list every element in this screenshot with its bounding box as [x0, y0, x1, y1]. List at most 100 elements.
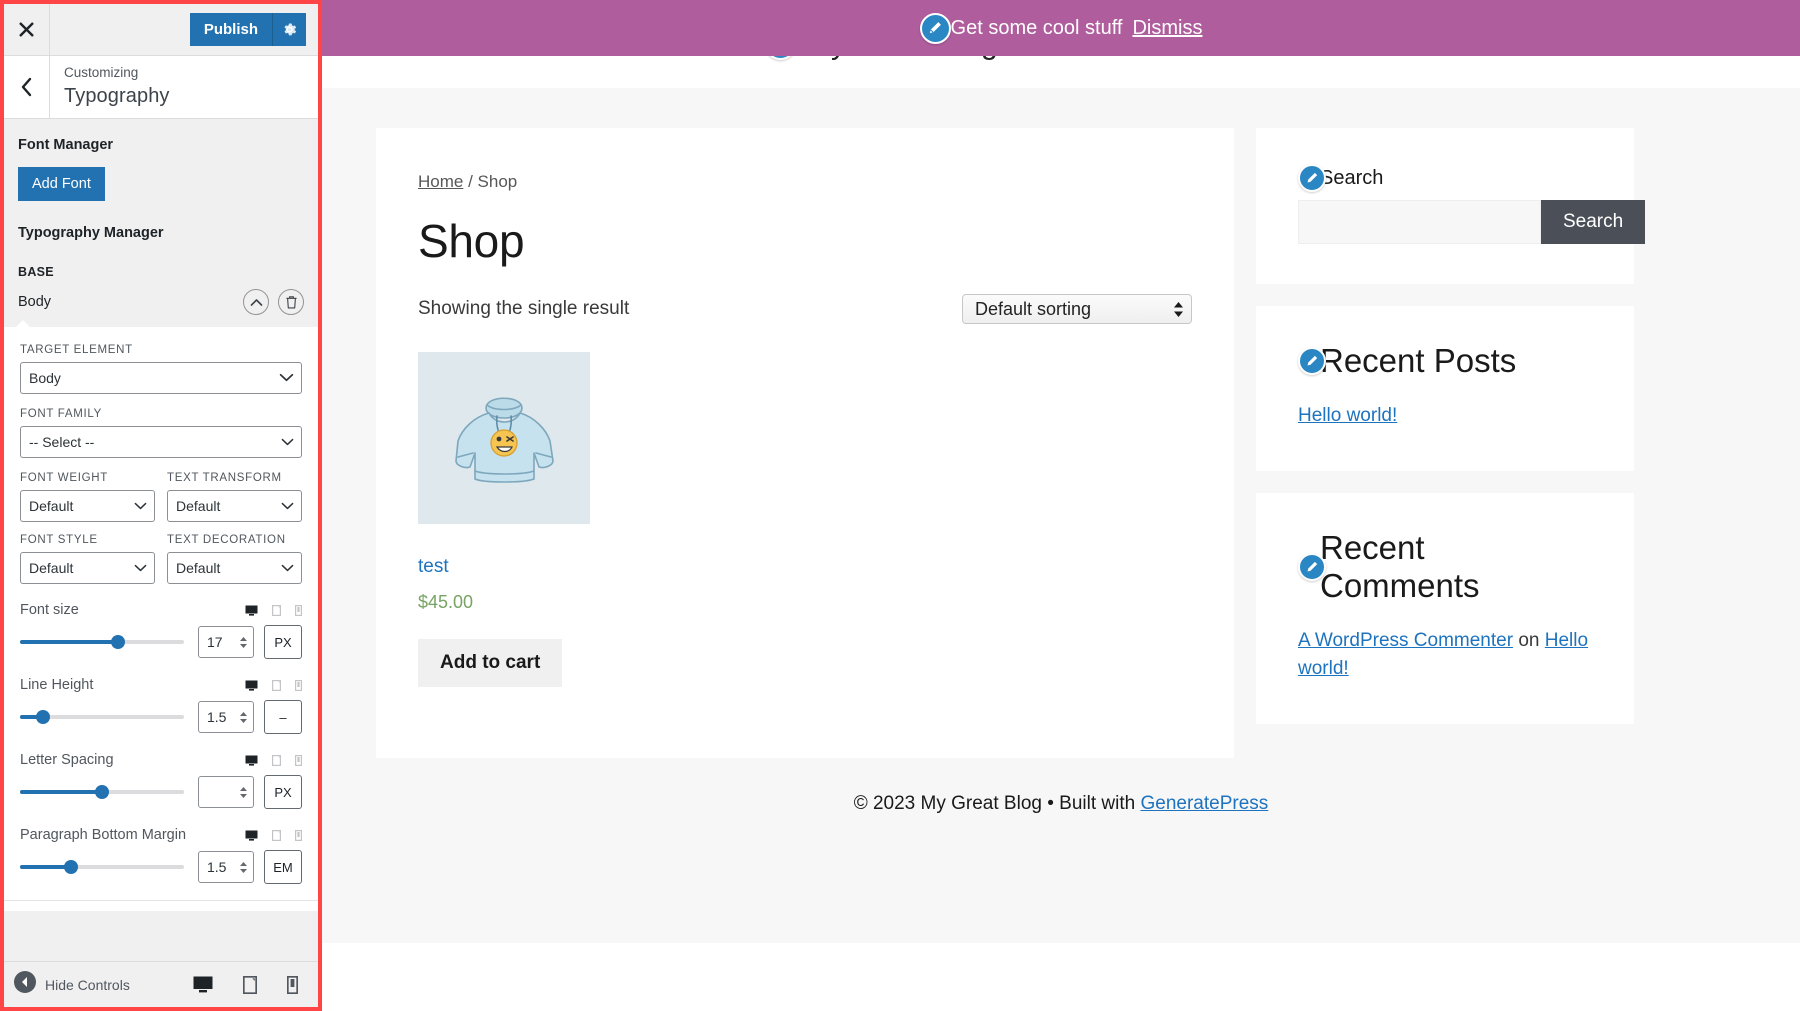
desktop-icon[interactable]	[245, 830, 258, 841]
slider-track[interactable]	[20, 710, 184, 724]
slider-unit-toggle[interactable]: PX	[264, 625, 302, 659]
font-weight-label: FONT WEIGHT	[20, 472, 108, 484]
edit-pencil-icon[interactable]	[765, 56, 796, 60]
edit-pencil-icon[interactable]	[919, 12, 951, 44]
breadcrumb: Customizing	[64, 65, 139, 80]
slider-body: 17 PX	[20, 625, 302, 659]
tablet-icon[interactable]	[272, 679, 282, 691]
mobile-icon[interactable]	[295, 604, 303, 616]
edit-pencil-icon[interactable]	[1298, 347, 1326, 375]
tablet-icon[interactable]	[272, 829, 282, 841]
target-element-select-wrap: Body	[20, 362, 302, 394]
sorting-select[interactable]: Default sorting	[962, 294, 1192, 324]
slider-number-input[interactable]	[198, 776, 254, 808]
tablet-icon[interactable]	[272, 604, 282, 616]
slider-label: Font size	[20, 602, 79, 618]
stepper-arrows-icon[interactable]	[239, 636, 248, 649]
list-item[interactable]: Hello world!	[1298, 405, 1397, 426]
weight-transform-row: FONT WEIGHT Default TEXT TRANSFORM Defau…	[20, 472, 302, 522]
slider-knob[interactable]	[63, 860, 78, 874]
stepper-arrows-icon[interactable]	[239, 711, 248, 724]
site-title-text[interactable]: My Great Blog	[806, 56, 998, 62]
mobile-icon[interactable]	[295, 679, 303, 691]
desktop-icon[interactable]	[245, 605, 258, 616]
slider-value: 1.5	[207, 709, 227, 725]
desktop-icon[interactable]	[245, 755, 258, 766]
text-transform-select[interactable]: Default	[167, 490, 302, 522]
hoodie-product-image[interactable]	[418, 352, 590, 524]
font-style-select[interactable]: Default	[20, 552, 155, 584]
mobile-icon[interactable]	[295, 754, 303, 766]
stepper-arrows-icon[interactable]	[239, 786, 248, 799]
tablet-icon[interactable]	[272, 754, 282, 766]
slider-fill	[20, 790, 102, 794]
site-main: Home / Shop Shop Showing the single resu…	[322, 88, 1800, 943]
font-style-select-wrap: Default	[20, 552, 155, 584]
customizer-sidebar: Publish Customizing Typography Font Mana…	[0, 0, 322, 1011]
theme-credit-link[interactable]: GeneratePress	[1140, 793, 1268, 814]
mobile-preview-icon[interactable]	[286, 975, 299, 994]
text-decoration-label: TEXT DECORATION	[167, 534, 286, 546]
typography-item-card: TARGET ELEMENT Body FONT FAMILY -- Selec…	[4, 320, 318, 911]
typography-manager-section: Typography Manager BASE Body TARGET ELEM…	[4, 201, 318, 911]
preview-device-group	[193, 975, 306, 994]
publish-button[interactable]: Publish	[189, 13, 272, 46]
breadcrumb-home-link[interactable]: Home	[418, 172, 463, 191]
site-preview[interactable]: Get some cool stuff Dismiss My Great Blo…	[322, 0, 1800, 1011]
customizer-panel-header: Customizing Typography	[4, 56, 318, 119]
close-icon[interactable]	[4, 4, 50, 55]
tablet-preview-icon[interactable]	[242, 975, 258, 994]
slider-unit-toggle[interactable]: EM	[264, 850, 302, 884]
recent-posts-list: Hello world!	[1298, 402, 1592, 431]
slider-number-input[interactable]: 1.5	[198, 851, 254, 883]
dismiss-link[interactable]: Dismiss	[1132, 17, 1202, 40]
slider-number-input[interactable]: 17	[198, 626, 254, 658]
mobile-icon[interactable]	[295, 829, 303, 841]
target-element-select[interactable]: Body	[20, 362, 302, 394]
chevron-up-icon[interactable]	[243, 289, 269, 315]
slider-knob[interactable]	[95, 785, 109, 799]
font-weight-select-wrap: Default	[20, 490, 155, 522]
font-family-field: FONT FAMILY -- Select --	[20, 408, 302, 458]
slider-letter-spacing: Letter Spacing PX	[20, 752, 303, 809]
slider-header: Letter Spacing	[20, 752, 303, 768]
edit-pencil-icon[interactable]	[1298, 164, 1326, 192]
stepper-arrows-icon[interactable]	[239, 861, 248, 874]
slider-unit-toggle[interactable]: PX	[264, 775, 302, 809]
customizer-controls-scroll[interactable]: Font Manager Add Font Typography Manager…	[4, 119, 318, 961]
add-font-button[interactable]: Add Font	[18, 167, 105, 201]
font-manager-section: Font Manager Add Font	[4, 119, 318, 201]
product-name-link[interactable]: test	[418, 556, 590, 578]
font-weight-select[interactable]: Default	[20, 490, 155, 522]
search-input[interactable]	[1298, 200, 1541, 244]
text-transform-select-wrap: Default	[167, 490, 302, 522]
breadcrumb-separator: /	[463, 172, 478, 191]
typography-manager-heading: Typography Manager	[18, 225, 164, 241]
slider-knob[interactable]	[111, 635, 126, 649]
search-button[interactable]: Search	[1541, 200, 1646, 244]
comment-author-link[interactable]: A WordPress Commenter	[1298, 630, 1513, 651]
site-sidebar: Search Search Recent Posts Hello world! …	[1256, 128, 1646, 758]
slider-number-input[interactable]: 1.5	[198, 701, 254, 733]
desktop-icon[interactable]	[245, 680, 258, 691]
edit-pencil-icon[interactable]	[1298, 552, 1326, 581]
slider-track[interactable]	[20, 785, 184, 799]
slider-track[interactable]	[20, 635, 184, 649]
slider-unit-toggle[interactable]: –	[264, 700, 302, 734]
add-to-cart-button[interactable]: Add to cart	[418, 639, 563, 687]
gear-icon[interactable]	[272, 13, 306, 46]
slider-track[interactable]	[20, 860, 184, 874]
customizer-footer: Hide Controls	[4, 961, 318, 1007]
list-item: A WordPress Commenter on Hello world!	[1298, 630, 1588, 680]
site-header-clipped: My Great Blog	[322, 56, 1800, 88]
slider-label: Paragraph Bottom Margin	[20, 827, 187, 843]
trash-icon[interactable]	[278, 289, 304, 315]
text-decoration-select[interactable]: Default	[167, 552, 302, 584]
font-family-select[interactable]: -- Select --	[20, 426, 302, 458]
hide-controls-button[interactable]: Hide Controls	[14, 971, 130, 998]
desktop-preview-icon[interactable]	[193, 976, 213, 993]
slider-knob[interactable]	[35, 710, 50, 724]
result-count: Showing the single result	[418, 298, 630, 319]
chevron-left-icon[interactable]	[4, 56, 50, 118]
device-toggle-group	[245, 829, 303, 841]
